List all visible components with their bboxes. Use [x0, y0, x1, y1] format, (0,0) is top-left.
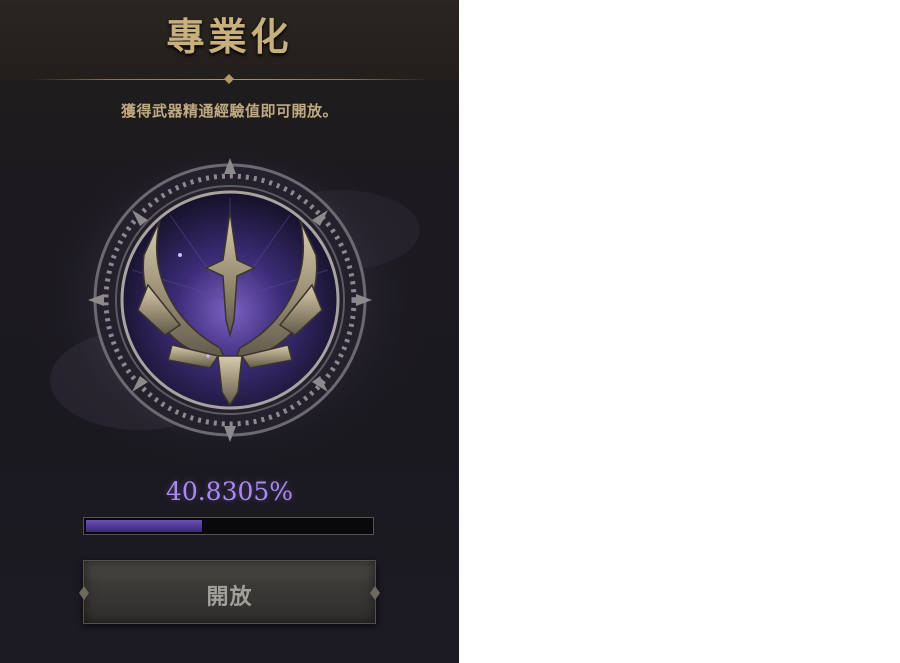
- divider-gem-icon: [224, 74, 234, 84]
- panel-title: 專業化: [166, 14, 293, 59]
- open-button-label: 開放: [206, 585, 253, 610]
- button-right-ornament-icon: [370, 586, 380, 600]
- progress-fill: [86, 520, 202, 532]
- specialization-emblem-icon: [25, 130, 435, 470]
- progress-percent: 40.8305%: [165, 477, 294, 506]
- unlock-hint: 獲得武器精通經驗值即可開放。: [120, 102, 338, 120]
- open-button[interactable]: 開放: [79, 560, 380, 624]
- progress-bar: [83, 517, 374, 535]
- specialization-panel: 專業化 獲得武器精通經驗值即可開放。 40.8305% 開放: [0, 0, 459, 663]
